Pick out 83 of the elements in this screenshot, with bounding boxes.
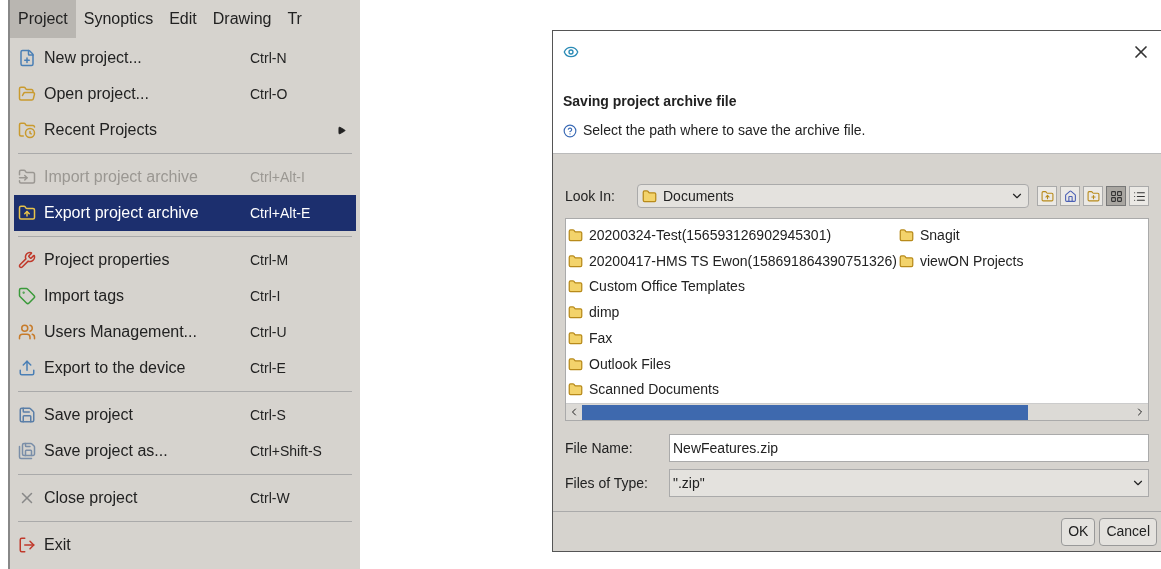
save-icon	[18, 406, 36, 424]
file-name-field[interactable]: NewFeatures.zip	[669, 434, 1149, 462]
menu-item[interactable]: New project... Ctrl-N	[14, 40, 356, 76]
folder-icon	[568, 356, 583, 372]
folder-item[interactable]: 20200324-Test(156593126902945301)	[568, 223, 899, 248]
menu-item[interactable]: Export to the device Ctrl-E	[14, 350, 356, 386]
menu-item[interactable]: Users Management... Ctrl-U	[14, 314, 356, 350]
up-folder-button[interactable]	[1037, 186, 1057, 206]
dialog-heading: Saving project archive file	[563, 92, 738, 111]
shortcut-text: Ctrl+Alt-E	[250, 203, 311, 223]
menu-item[interactable]: Save project Ctrl-S	[14, 397, 356, 433]
folder-item[interactable]: Snagit	[899, 223, 1026, 248]
shortcut-text: Ctrl-N	[250, 48, 287, 68]
list-view-button[interactable]	[1129, 186, 1149, 206]
menu-bar-item[interactable]: Project	[10, 0, 76, 38]
shortcut-text: Ctrl-W	[250, 488, 290, 508]
shortcut-text: Ctrl-M	[250, 250, 289, 270]
look-in-label: Look In:	[565, 186, 616, 206]
folder-item[interactable]: Outlook Files	[568, 351, 899, 377]
menu-item[interactable]: Project properties Ctrl-M	[14, 242, 356, 278]
grid-icon	[1109, 189, 1123, 203]
folder-up-icon	[1040, 189, 1054, 203]
menu-item[interactable]: Open project... Ctrl-O	[14, 76, 356, 112]
upload-icon	[18, 359, 36, 377]
shortcut-text: Ctrl-E	[250, 358, 286, 378]
help-icon	[563, 123, 577, 138]
folder-item[interactable]: Fax	[568, 325, 899, 351]
home-icon	[1063, 189, 1077, 203]
menu-item[interactable]: Recent Projects	[14, 112, 356, 148]
dialog-button[interactable]: Cancel	[1099, 517, 1157, 546]
folder-item[interactable]: Scanned Documents	[568, 377, 899, 403]
menu-bar-item[interactable]: Synoptics	[75, 0, 162, 38]
menu-bar-item[interactable]: Tr	[279, 0, 310, 38]
submenu-arrow-icon	[337, 125, 346, 135]
horizontal-scrollbar[interactable]	[566, 403, 1148, 420]
app-icon	[563, 44, 579, 60]
folder-item[interactable]: Custom Office Templates	[568, 274, 899, 300]
dialog-message: Select the path where to save the archive file.	[583, 121, 866, 140]
folder-icon	[642, 188, 657, 204]
folder-icon	[568, 253, 583, 269]
folder-icon	[568, 382, 583, 398]
folder-icon	[568, 279, 583, 295]
folder-icon	[568, 305, 583, 321]
exit-icon	[18, 536, 36, 554]
folder-icon	[568, 228, 583, 243]
folder-item[interactable]: 20200417-HMS TS Ewon(158691864390751326)	[568, 248, 899, 274]
grid-view-button[interactable]	[1106, 186, 1126, 206]
shortcut-text: Ctrl-S	[250, 405, 286, 425]
menu-item[interactable]: Save project as... Ctrl+Shift-S	[14, 433, 356, 469]
menu-item[interactable]: Close project Ctrl-W	[14, 480, 356, 516]
folder-item[interactable]: viewON Projects	[899, 248, 1026, 274]
new-folder-button[interactable]	[1083, 186, 1103, 206]
new-file-icon	[18, 49, 36, 67]
new-folder-icon	[1086, 189, 1100, 203]
menu-item[interactable]: Export project archive Ctrl+Alt-E	[14, 195, 356, 231]
folder-import-icon	[18, 168, 36, 186]
folder-icon	[568, 330, 583, 346]
users-icon	[18, 323, 36, 341]
shortcut-text: Ctrl-U	[250, 322, 287, 342]
folder-icon	[899, 253, 914, 269]
folder-clock-icon	[18, 121, 36, 139]
folder-item[interactable]: dimp	[568, 300, 899, 326]
menu-bar-item[interactable]: Edit	[161, 0, 205, 38]
folder-export-icon	[18, 204, 36, 222]
list-icon	[1132, 189, 1146, 203]
tools-icon	[18, 251, 36, 269]
shortcut-text: Ctrl-O	[250, 84, 288, 104]
home-button[interactable]	[1060, 186, 1080, 206]
shortcut-text: Ctrl-I	[250, 286, 281, 306]
shortcut-text: Ctrl+Shift-S	[250, 441, 322, 461]
menu-item[interactable]: Import tags Ctrl-I	[14, 278, 356, 314]
menu-bar-item[interactable]: Drawing	[204, 0, 280, 38]
file-type-label: Files of Type:	[565, 473, 649, 493]
look-in-dropdown[interactable]: Documents	[637, 184, 1029, 208]
shortcut-text: Ctrl+Alt-I	[250, 167, 305, 187]
menu-item[interactable]: Exit	[14, 527, 356, 563]
open-folder-icon	[18, 85, 36, 103]
tag-icon	[18, 287, 36, 305]
file-name-label: File Name:	[565, 438, 634, 458]
save-as-icon	[18, 442, 36, 460]
file-type-dropdown[interactable]: ".zip"	[669, 469, 1149, 497]
folder-icon	[899, 228, 914, 243]
dialog-button[interactable]: OK	[1061, 517, 1096, 546]
